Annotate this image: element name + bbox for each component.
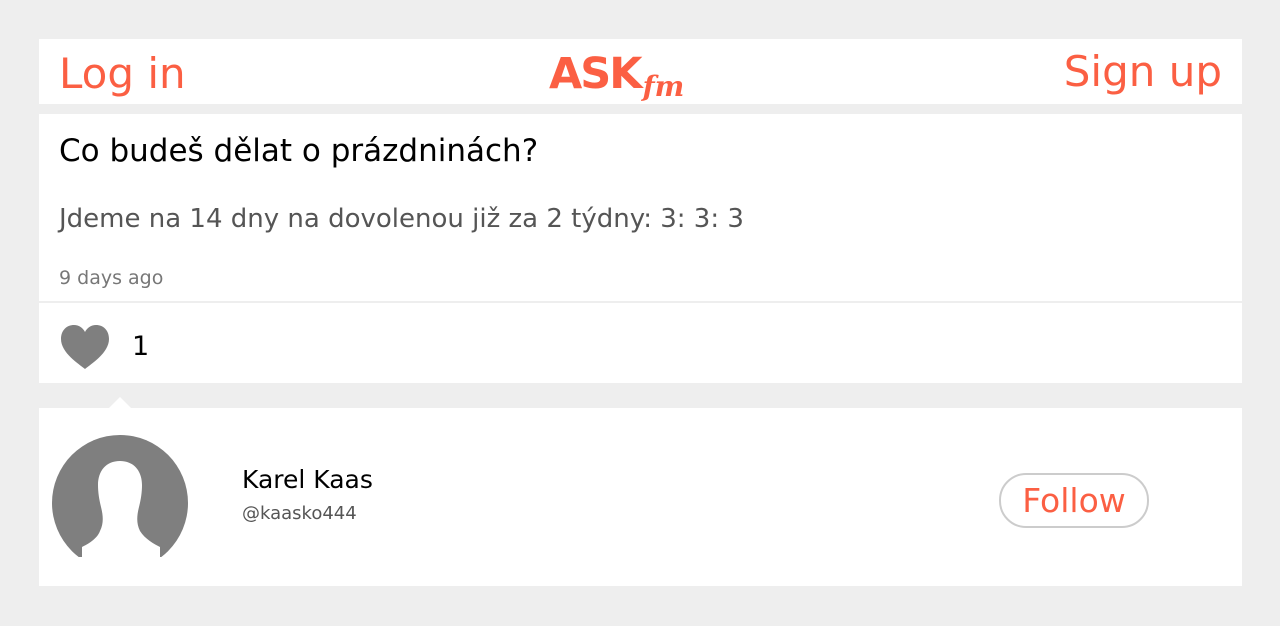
profile-name[interactable]: Karel Kaas (242, 464, 373, 496)
author-card: Karel Kaas @kaasko444 Follow (39, 408, 1242, 586)
askfm-logo[interactable]: ASK fm (549, 49, 685, 103)
avatar[interactable] (52, 435, 189, 557)
like-button[interactable] (59, 324, 111, 370)
answer-timestamp[interactable]: 9 days ago (59, 266, 163, 290)
signup-link[interactable]: Sign up (1064, 47, 1222, 97)
login-link[interactable]: Log in (59, 49, 186, 99)
logo-suffix: fm (642, 70, 685, 103)
profile-handle[interactable]: @kaasko444 (242, 502, 357, 526)
top-bar: Log in ASK fm Sign up (39, 39, 1242, 104)
user-silhouette-icon (52, 435, 188, 557)
like-count: 1 (132, 331, 150, 362)
follow-button[interactable]: Follow (999, 473, 1149, 528)
answer-actions: 1 (39, 303, 1242, 383)
question-text: Co budeš dělat o prázdninách? (59, 133, 539, 169)
answer-card: Co budeš dělat o prázdninách? Jdeme na 1… (39, 114, 1242, 301)
heart-icon (61, 325, 109, 369)
logo-wordmark: ASK (549, 49, 643, 99)
answer-text: Jdeme na 14 dny na dovolenou již za 2 tý… (59, 204, 744, 234)
